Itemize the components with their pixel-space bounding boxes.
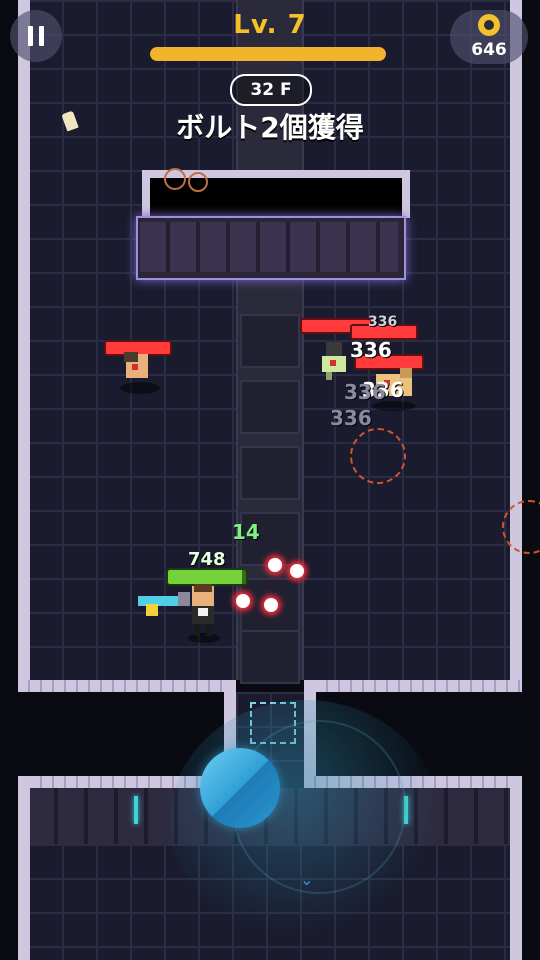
- damage-number-faded: 336: [344, 380, 386, 404]
- level-label: Lv. 7: [233, 10, 307, 40]
- bolt-coin-icon: [478, 14, 500, 36]
- column-block: [240, 380, 300, 434]
- projectile: [268, 558, 282, 572]
- xp-bar-fill: [150, 47, 386, 61]
- explosion-ring: [350, 428, 406, 484]
- enemy-sprite: [120, 352, 160, 394]
- door-light-left: [134, 796, 138, 824]
- projectile: [264, 598, 278, 612]
- bolt-pickup-ring: [188, 172, 208, 192]
- damage-number: 336: [368, 314, 398, 330]
- pause-button[interactable]: [10, 10, 62, 62]
- damage-number: 336: [350, 338, 392, 362]
- column-block: [240, 630, 300, 684]
- player-hp-value: 748: [188, 549, 226, 570]
- game-screen: 336 336 336 336 336 14 748 Lv. 7 646 32 …: [0, 0, 540, 960]
- left-wall: [18, 0, 30, 690]
- right-wall: [510, 0, 522, 690]
- coin-count: 646: [471, 40, 507, 60]
- player-hp-fill: [168, 570, 243, 584]
- heal-number: 14: [232, 520, 260, 544]
- column-block: [240, 446, 300, 500]
- joystick-down-arrow: ⌄: [300, 870, 314, 889]
- lower-left-wall: [18, 776, 30, 960]
- upper-room-bottom-wall-left: [18, 680, 236, 692]
- projectile: [290, 564, 304, 578]
- xp-bar: [150, 47, 386, 61]
- floor-indicator: 32 F: [230, 74, 312, 106]
- column-block: [240, 314, 300, 368]
- joystick-knob[interactable]: [200, 748, 280, 828]
- lower-right-wall: [510, 776, 522, 960]
- upper-room-bottom-wall-right: [304, 680, 522, 692]
- bolt-pickup-ring: [164, 168, 186, 190]
- projectile: [236, 594, 250, 608]
- pickup-message: ボルト2個獲得: [176, 111, 364, 144]
- player-character: [138, 584, 220, 643]
- inner-block-panels: [140, 222, 398, 272]
- damage-number-faded: 336: [330, 406, 372, 430]
